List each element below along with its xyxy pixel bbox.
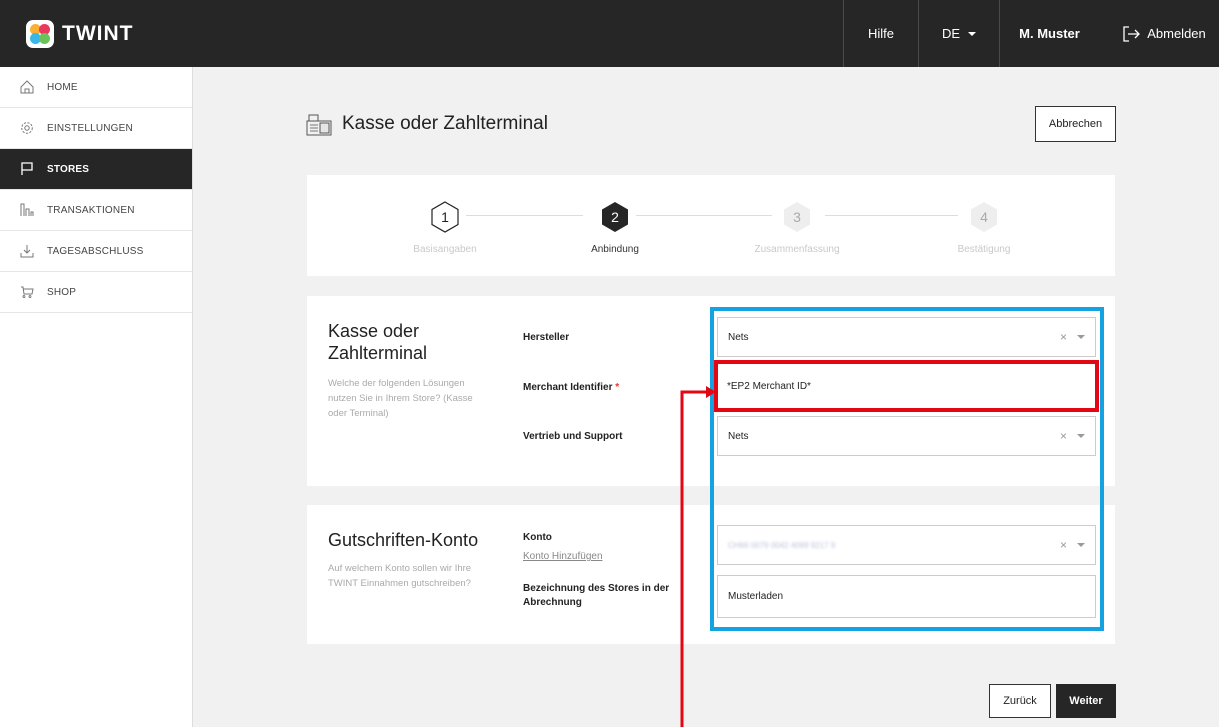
sidebar-item-label: STORES — [47, 163, 90, 175]
step-connector — [466, 215, 583, 216]
language-label: DE — [941, 26, 961, 41]
cart-icon — [21, 286, 34, 299]
add-account-link[interactable]: Konto Hinzufügen — [523, 551, 603, 562]
step-2: 2 — [598, 200, 632, 234]
merchant-identifier-label-text: Merchant Identifier — [523, 382, 613, 393]
step-label: Basisangaben — [413, 244, 477, 255]
sidebar-item-transaktionen[interactable]: TRANSAKTIONEN — [0, 190, 192, 231]
cancel-button[interactable]: Abbrechen — [1035, 106, 1116, 142]
step-number: 4 — [980, 209, 988, 225]
highlight-box-blue — [710, 307, 1104, 631]
user-menu[interactable]: M. Muster — [999, 0, 1099, 67]
step-connector — [825, 215, 958, 216]
logout-label: Abmelden — [1147, 26, 1206, 41]
merchant-identifier-label: Merchant Identifier * — [523, 381, 619, 395]
hersteller-label: Hersteller — [523, 332, 570, 343]
step-label: Bestätigung — [957, 244, 1011, 255]
sidebar-item-einstellungen[interactable]: EINSTELLUNGEN — [0, 108, 192, 149]
sidebar-item-shop[interactable]: SHOP — [0, 272, 192, 313]
next-button[interactable]: Weiter — [1056, 684, 1116, 718]
back-button[interactable]: Zurück — [989, 684, 1051, 718]
step-4: 4 — [967, 200, 1001, 234]
sidebar-item-home[interactable]: HOME — [0, 67, 192, 108]
step-3: 3 — [780, 200, 814, 234]
required-mark: * — [615, 382, 620, 393]
logout-button[interactable]: Abmelden — [1110, 0, 1219, 67]
sidebar-item-stores[interactable]: STORES — [0, 149, 192, 190]
step-1: 1 — [428, 200, 462, 234]
help-link[interactable]: Hilfe — [843, 0, 918, 67]
twint-logo-icon — [26, 20, 54, 48]
step-number: 2 — [611, 209, 619, 225]
bezeichnung-label: Bezeichnung des Stores in der Abrechnung — [523, 583, 670, 608]
logout-icon — [1123, 25, 1141, 42]
highlight-box-red — [714, 360, 1099, 412]
home-icon — [20, 80, 34, 94]
section-title: Gutschriften-Konto — [328, 530, 479, 550]
sidebar-item-tagesabschluss[interactable]: TAGESABSCHLUSS — [0, 231, 192, 272]
section-description: Auf welchem Konto sollen wir Ihre TWINT … — [328, 563, 472, 589]
sidebar-item-label: EINSTELLUNGEN — [47, 122, 133, 134]
step-label: Anbindung — [591, 244, 639, 255]
sidebar-item-label: HOME — [47, 81, 78, 93]
konto-label: Konto — [523, 532, 552, 543]
download-icon — [20, 245, 34, 258]
gear-icon — [21, 122, 33, 134]
vertrieb-label: Vertrieb und Support — [523, 431, 623, 442]
section-title: Kasse oder Zahlterminal — [328, 321, 428, 363]
sidebar-item-label: TAGESABSCHLUSS — [47, 245, 144, 257]
flag-icon — [21, 162, 33, 175]
page-title: Kasse oder Zahlterminal — [342, 113, 548, 134]
step-number: 1 — [441, 209, 449, 225]
sidebar-item-label: SHOP — [47, 286, 77, 298]
sidebar-item-label: TRANSAKTIONEN — [47, 204, 135, 216]
stepper: 1 2 3 4 Basisangaben Anbindung Zusammenf… — [307, 175, 1115, 276]
logo-text: TWINT — [62, 22, 134, 45]
top-bar: TWINT Hilfe DE M. Muster Abmelden — [0, 0, 1219, 67]
step-number: 3 — [793, 209, 801, 225]
twint-logo[interactable]: TWINT — [26, 20, 133, 48]
section-description: Welche der folgenden Lösungen nutzen Sie… — [328, 378, 473, 419]
language-dropdown[interactable]: DE — [918, 0, 999, 67]
step-connector — [636, 215, 772, 216]
bar-chart-icon — [20, 203, 34, 216]
sidebar: HOME EINSTELLUNGEN STORES TRANSAKTIONEN … — [0, 67, 193, 727]
cash-register-icon — [306, 114, 332, 136]
step-label: Zusammenfassung — [754, 244, 840, 255]
caret-down-icon — [968, 31, 977, 36]
